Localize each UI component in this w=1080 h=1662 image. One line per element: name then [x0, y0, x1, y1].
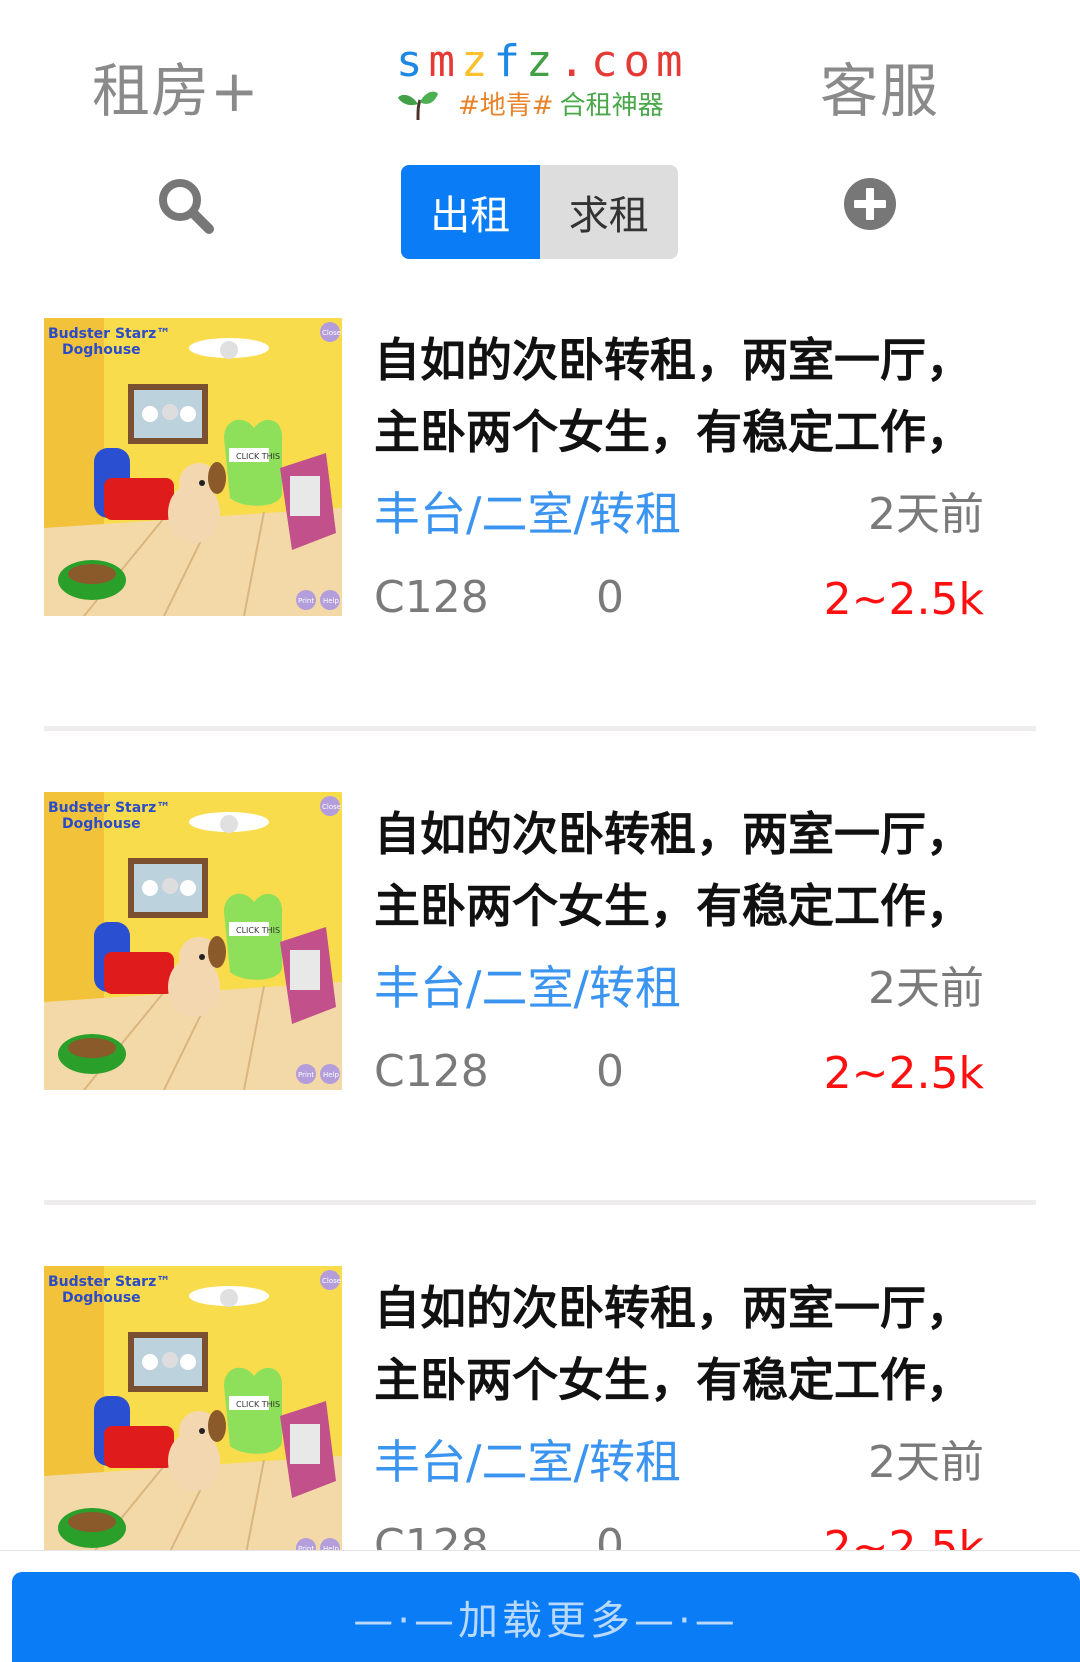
title-line: 自如的次卧转租，两室一厅，	[374, 333, 972, 387]
listing-code: C128	[374, 1520, 489, 1550]
thumb-close: Close	[322, 1277, 341, 1285]
search-button[interactable]	[156, 176, 216, 236]
thumb-brand-sub: Doghouse	[62, 816, 141, 832]
thumb-help: Help	[323, 1071, 340, 1079]
tab-for-rent[interactable]: 出租	[401, 165, 540, 259]
logo-char: z	[526, 36, 559, 87]
thumb-brand: Budster Starz™	[48, 800, 170, 816]
logo-char: m	[656, 36, 689, 87]
sprout-icon	[398, 91, 438, 121]
listing-thumbnail: CLICK THIS Budster Starz™ Doghouse Close…	[44, 792, 342, 1090]
click-this-label: CLICK THIS	[236, 1400, 280, 1409]
load-more-button[interactable]: —·—加载更多—·—	[12, 1572, 1080, 1662]
thumb-print: Print	[298, 1071, 314, 1079]
search-icon	[159, 179, 214, 234]
thumb-close: Close	[322, 803, 341, 811]
logo-domain: smzfz.com	[396, 36, 689, 88]
title-line: 自如的次卧转租，两室一厅，	[374, 807, 972, 861]
customer-service-link[interactable]: 客服	[820, 44, 940, 128]
rent-plus-link[interactable]: 租房+	[92, 44, 260, 128]
listing-posted-time: 2天前	[868, 489, 984, 540]
listing-card[interactable]: CLICK THIS Budster Starz™ Doghouse Close…	[0, 318, 1080, 792]
tab-want-rent[interactable]: 求租	[539, 165, 678, 259]
listing-card[interactable]: CLICK THIS Budster Starz™ Doghouse Close…	[0, 1266, 1080, 1550]
app-header: 租房+ smzfz.com #地青# 合租神器 客服	[0, 0, 1080, 160]
listing-code: C128	[374, 572, 489, 623]
listing-card[interactable]: CLICK THIS Budster Starz™ Doghouse Close…	[0, 792, 1080, 1266]
listing-title: 自如的次卧转租，两室一厅， 主卧两个女生，有稳定工作，	[374, 798, 994, 942]
logo-char: f	[493, 36, 526, 87]
click-this-label: CLICK THIS	[236, 452, 280, 461]
add-listing-button[interactable]	[842, 176, 898, 232]
title-line: 主卧两个女生，有稳定工作，	[374, 405, 972, 459]
listing-tags: 丰台/二室/转租	[374, 961, 681, 1015]
listing-price: 2~2.5k	[823, 1048, 984, 1099]
listing-count: 0	[596, 572, 624, 623]
logo-tagline: #地青# 合租神器	[458, 90, 664, 122]
listing-posted-time: 2天前	[868, 1437, 984, 1488]
divider	[44, 1200, 1036, 1205]
thumb-brand-sub: Doghouse	[62, 342, 141, 358]
logo-char: c	[591, 36, 624, 87]
listing-thumbnail: CLICK THIS Budster Starz™ Doghouse Close…	[44, 318, 342, 616]
logo-char: z	[461, 36, 494, 87]
logo-char: o	[623, 36, 656, 87]
listing-thumbnail: CLICK THIS Budster Starz™ Doghouse Close…	[44, 1266, 342, 1550]
thumb-close: Close	[322, 329, 341, 337]
listing-code: C128	[374, 1046, 489, 1097]
thumb-help: Help	[323, 597, 340, 605]
listing-price: 2~2.5k	[823, 574, 984, 625]
listing-list: CLICK THIS Budster Starz™ Doghouse Close…	[0, 318, 1080, 1550]
site-logo[interactable]: smzfz.com #地青# 合租神器	[396, 36, 696, 126]
logo-hashtag: #地青#	[458, 91, 554, 121]
plus-circle-icon	[844, 178, 896, 230]
listing-title: 自如的次卧转租，两室一厅， 主卧两个女生，有稳定工作，	[374, 324, 994, 468]
listing-tags: 丰台/二室/转租	[374, 1435, 681, 1489]
listing-count: 0	[596, 1520, 624, 1550]
thumb-brand: Budster Starz™	[48, 1274, 170, 1290]
title-line: 主卧两个女生，有稳定工作，	[374, 879, 972, 933]
listing-title: 自如的次卧转租，两室一厅， 主卧两个女生，有稳定工作，	[374, 1272, 994, 1416]
listing-posted-time: 2天前	[868, 963, 984, 1014]
listing-price: 2~2.5k	[823, 1522, 984, 1550]
thumb-brand: Budster Starz™	[48, 326, 170, 342]
logo-char: .	[558, 36, 591, 87]
thumb-brand-sub: Doghouse	[62, 1290, 141, 1306]
rent-type-toggle: 出租 求租	[401, 165, 678, 259]
logo-slogan: 合租神器	[559, 91, 664, 121]
title-line: 主卧两个女生，有稳定工作，	[374, 1353, 972, 1407]
logo-char: m	[428, 36, 461, 87]
divider	[44, 726, 1036, 731]
click-this-label: CLICK THIS	[236, 926, 280, 935]
title-line: 自如的次卧转租，两室一厅，	[374, 1281, 972, 1335]
logo-char: s	[396, 36, 429, 87]
listing-count: 0	[596, 1046, 624, 1097]
thumb-print: Print	[298, 597, 314, 605]
listing-tags: 丰台/二室/转租	[374, 487, 681, 541]
